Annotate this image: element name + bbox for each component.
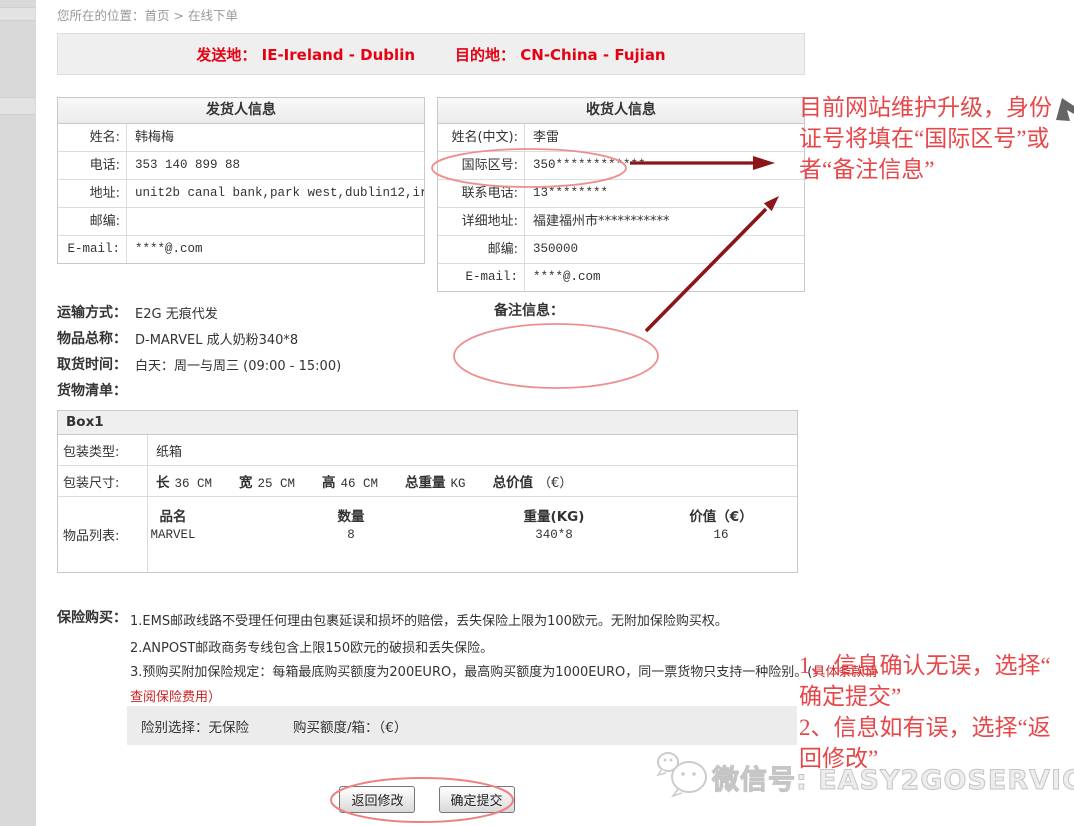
sender-address-label: 地址: (58, 180, 127, 207)
box1-table: Box1 包装类型: 纸箱 包装尺寸: 长36 CM 宽25 CM 高46 CM… (57, 410, 798, 573)
recipient-zip-label: 邮编: (438, 236, 525, 263)
table-row: 电话: 353 140 899 88 (58, 152, 424, 180)
recipient-table-title: 收货人信息 (438, 98, 804, 124)
sender-email-label: E-mail: (58, 236, 127, 263)
breadcrumb: 您所在的位置：首页 > 在线下单 (57, 5, 238, 24)
table-row: E-mail: ****@.com (438, 264, 804, 291)
sender-zip-label: 邮编: (58, 208, 127, 235)
recipient-phone-label: 联系电话: (438, 180, 525, 207)
annotation-note-bottom: 1、信息确认无误，选择“ 确定提交” 2、信息如有误，选择“返 回修改” (799, 650, 1074, 774)
route-destination-value: CN-China - Fujian (520, 46, 665, 64)
item-col-name: 品名 (160, 505, 187, 525)
table-row: 物品列表: 品名 数量 重量(KG) 价值（€） MARVEL 8 340*8 … (58, 497, 797, 572)
wechat-icon (656, 748, 714, 800)
breadcrumb-separator: > (174, 8, 184, 23)
pickup-time-label: 取货时间： (57, 354, 127, 374)
left-panel-tab (0, 7, 35, 21)
sender-name-label: 姓名: (58, 124, 127, 151)
recipient-phone-value: 13******** (525, 180, 804, 207)
insurance-label: 保险购买： (57, 607, 127, 627)
item-col-weight: 重量(KG) (524, 505, 585, 525)
item-qty: 8 (347, 528, 355, 542)
table-row: 地址: unit2b canal bank,park west,dublin12… (58, 180, 424, 208)
table-row: 邮编: (58, 208, 424, 236)
table-row: 包装类型: 纸箱 (58, 435, 797, 466)
insurance-terms-link-wrap[interactable]: 查阅保险费用） (130, 686, 830, 705)
goods-title-value: D-MARVEL 成人奶粉340*8 (135, 329, 298, 348)
item-list-grid: 品名 数量 重量(KG) 价值（€） MARVEL 8 340*8 16 (148, 497, 797, 572)
dim-height: 高46 CM (322, 471, 378, 491)
breadcrumb-home-link[interactable]: 首页 (145, 8, 170, 23)
cargo-list-label: 货物清单： (57, 380, 127, 400)
route-bar: 发送地： IE-Ireland - Dublin 目的地： CN-China -… (57, 33, 805, 75)
recipient-name-label: 姓名(中文): (438, 124, 525, 151)
goods-title-label: 物品总称： (57, 328, 127, 348)
sender-phone-value: 353 140 899 88 (127, 152, 424, 179)
sender-info-table: 发货人信息 姓名: 韩梅梅 电话: 353 140 899 88 地址: uni… (57, 97, 425, 264)
back-edit-button[interactable]: 返回修改 (339, 786, 415, 813)
package-type-value: 纸箱 (148, 435, 797, 465)
highlight-circle-remark (454, 324, 658, 388)
table-row: 邮编: 350000 (438, 236, 804, 264)
item-name: MARVEL (150, 528, 195, 542)
route-destination: 目的地： CN-China - Fujian (455, 44, 666, 65)
recipient-intl-code-label: 国际区号: (438, 152, 525, 179)
breadcrumb-current: 在线下单 (188, 8, 238, 23)
dim-width: 宽25 CM (239, 471, 295, 491)
transport-method-value: E2G 无痕代发 (135, 303, 218, 322)
recipient-address-label: 详细地址: (438, 208, 525, 235)
table-row: 包装尺寸: 长36 CM 宽25 CM 高46 CM 总重量KG 总价值（€） (58, 466, 797, 497)
recipient-name-value: 李雷 (525, 124, 804, 151)
insurance-line-2: 2.ANPOST邮政商务专线包含上限150欧元的破损和丢失保险。 (130, 637, 830, 656)
table-row: 联系电话: 13******** (438, 180, 804, 208)
table-row: 姓名(中文): 李雷 (438, 124, 804, 152)
table-row: 国际区号: 350************ (438, 152, 804, 180)
insurance-line-3-text: 3.预购买附加保险规定：每箱最底购买额度为200EURO，最高购买额度为1000… (130, 665, 812, 680)
recipient-email-value: ****@.com (525, 264, 804, 291)
table-row: 姓名: 韩梅梅 (58, 124, 424, 152)
route-destination-label: 目的地： (455, 46, 515, 64)
recipient-intl-code-value: 350************ (525, 152, 804, 179)
table-row: E-mail: ****@.com (58, 236, 424, 263)
route-origin: 发送地： IE-Ireland - Dublin (196, 44, 415, 65)
item-value: 16 (713, 528, 728, 542)
dim-total-weight: 总重量KG (405, 471, 466, 491)
sender-address-value: unit2b canal bank,park west,dublin12,irl… (127, 180, 424, 207)
pickup-time-value: 白天：周一与周三 (09:00 - 15:00) (135, 355, 341, 374)
sender-zip-value (127, 208, 424, 235)
item-col-qty: 数量 (338, 505, 365, 525)
insurance-line-3: 3.预购买附加保险规定：每箱最底购买额度为200EURO，最高购买额度为1000… (130, 661, 830, 680)
risk-type-text: 险别选择：无保险 (141, 716, 249, 736)
package-size-value: 长36 CM 宽25 CM 高46 CM 总重量KG 总价值（€） (148, 466, 797, 496)
box1-title: Box1 (58, 411, 797, 435)
transport-method-label: 运输方式： (57, 302, 127, 322)
item-list-label: 物品列表: (58, 497, 148, 572)
breadcrumb-prefix: 您所在的位置： (57, 8, 145, 23)
left-panel-edge (0, 0, 36, 826)
risk-selection-box: 险别选择：无保险 购买额度/箱：（€） (127, 706, 797, 745)
sender-email-value: ****@.com (127, 236, 424, 263)
insurance-line-1: 1.EMS邮政线路不受理任何理由包裹延误和损坏的赔偿，丢失保险上限为100欧元。… (130, 610, 830, 629)
item-col-value: 价值（€） (689, 505, 752, 525)
sender-name-value: 韩梅梅 (127, 124, 424, 151)
recipient-email-label: E-mail: (438, 264, 525, 291)
left-panel-tab (0, 97, 35, 115)
package-type-label: 包装类型: (58, 435, 148, 465)
recipient-info-table: 收货人信息 姓名(中文): 李雷 国际区号: 350************ 联… (437, 97, 805, 292)
annotation-note-top: 目前网站维护升级，身份 证号将填在“国际区号”或 者“备注信息” (799, 92, 1074, 185)
recipient-address-value: 福建福州市*********** (525, 208, 804, 235)
sender-table-title: 发货人信息 (58, 98, 424, 124)
confirm-submit-button[interactable]: 确定提交 (439, 786, 515, 813)
route-origin-label: 发送地： (196, 46, 256, 64)
dim-total-value: 总价值（€） (493, 471, 573, 491)
package-size-label: 包装尺寸: (58, 466, 148, 496)
route-origin-value: IE-Ireland - Dublin (262, 46, 415, 64)
item-weight: 340*8 (535, 528, 573, 542)
risk-amount-text: 购买额度/箱：（€） (293, 716, 407, 736)
recipient-zip-value: 350000 (525, 236, 804, 263)
remark-label: 备注信息： (494, 300, 564, 320)
dim-length: 长36 CM (156, 471, 212, 491)
table-row: 详细地址: 福建福州市*********** (438, 208, 804, 236)
sender-phone-label: 电话: (58, 152, 127, 179)
